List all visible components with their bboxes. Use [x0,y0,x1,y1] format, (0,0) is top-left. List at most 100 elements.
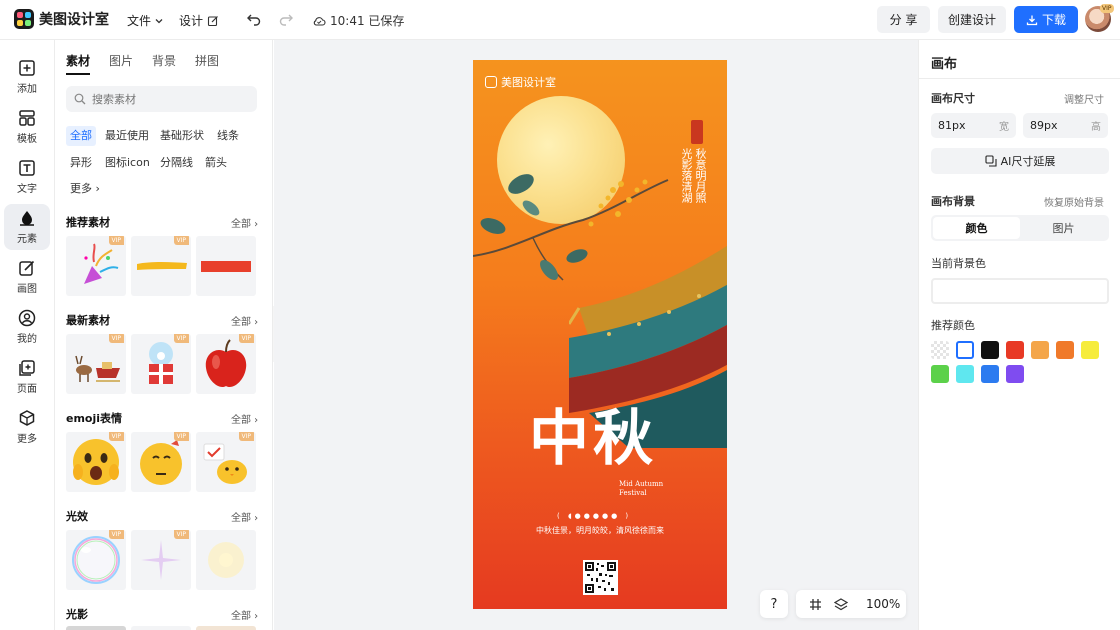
qr-code[interactable] [583,560,618,595]
resize-link[interactable]: 调整尺寸 [1064,91,1104,106]
app-logo[interactable]: 美图设计室 [14,9,109,29]
rail-label-add: 添加 [17,84,37,95]
asset-thumb-chick-check[interactable]: VIP [196,432,256,492]
gift-snowglobe-icon [149,342,173,384]
asset-thumb-party-popper[interactable]: VIP [66,236,126,296]
restore-background-link[interactable]: 恢复原始背景 [1044,194,1104,209]
sparkle-icon [141,540,181,580]
chip-irregular[interactable]: 异形 [66,153,96,173]
chip-recent[interactable]: 最近使用 [101,126,153,146]
chevron-down-icon [155,18,163,23]
section-all-emoji[interactable]: 全部 › [231,411,258,426]
height-field[interactable]: 89px 高 [1023,113,1108,138]
section-all-light-effects[interactable]: 全部 › [231,509,258,524]
asset-thumb-red-bar[interactable] [196,236,256,296]
chip-lines[interactable]: 线条 [213,126,243,146]
chip-dividers[interactable]: 分隔线 [156,153,197,173]
rail-item-text[interactable]: 文字 [4,154,50,200]
color-swatch[interactable] [981,365,999,383]
asset-thumb-thinking-emoji[interactable]: VIP [131,432,191,492]
poster-title-english[interactable]: Mid Autumn Festival [619,480,663,498]
chip-icons[interactable]: 图标icon [101,153,154,173]
zoom-level[interactable]: 100% [866,597,900,611]
rail-item-mine[interactable]: 我的 [4,304,50,350]
vip-badge: VIP [108,334,124,343]
section-title-light-shadow: 光影 [66,608,88,621]
tab-backgrounds[interactable]: 背景 [152,52,176,75]
color-swatch[interactable] [931,365,949,383]
chip-arrows[interactable]: 箭头 [201,153,231,173]
poster-tagline[interactable]: 中秋佳景，明月皎皎，清风徐徐而来 [473,525,727,536]
undo-icon[interactable] [246,11,262,27]
asset-thumb-bubble[interactable]: VIP [66,530,126,590]
rail-item-draw[interactable]: 画图 [4,254,50,300]
rail-item-add[interactable]: 添加 [4,54,50,100]
layers-button[interactable] [828,597,854,611]
layers-icon [834,597,848,610]
color-swatch[interactable] [1056,341,1074,359]
help-button[interactable]: ? [760,590,788,618]
ai-resize-button[interactable]: AI尺寸延展 [931,148,1109,174]
color-swatch[interactable] [956,341,974,359]
tab-images[interactable]: 图片 [109,52,133,75]
share-button-label: 分 享 [889,13,918,27]
color-swatch[interactable] [1006,365,1024,383]
color-swatch[interactable] [931,341,949,359]
poster-logo[interactable]: 美图设计室 [485,74,556,90]
poster-logo-text: 美图设计室 [501,76,556,89]
rail-item-pages[interactable]: 页面 [4,354,50,400]
asset-thumb-shadow-1[interactable] [66,626,126,630]
redo-icon[interactable] [278,11,294,27]
asset-thumb-glow[interactable] [196,530,256,590]
search-box[interactable] [66,86,257,112]
vip-badge: VIP [108,432,124,441]
asset-thumb-reindeer-sleigh[interactable]: VIP [66,334,126,394]
section-all-latest[interactable]: 全部 › [231,313,258,328]
poster-title-chinese[interactable]: 中秋 [529,390,657,477]
brush-stroke-icon [137,262,187,270]
section-all-light-shadow[interactable]: 全部 › [231,607,258,622]
design-menu[interactable]: 设计 [179,12,219,29]
asset-thumb-shadow-2[interactable] [131,626,191,630]
current-bg-color-field[interactable] [931,278,1109,304]
vip-badge: VIP [238,334,254,343]
segment-color[interactable]: 颜色 [933,217,1020,239]
color-swatch[interactable] [1006,341,1024,359]
color-swatch[interactable] [1031,341,1049,359]
asset-thumb-gift-snowglobe[interactable]: VIP [131,334,191,394]
asset-thumb-shadow-3[interactable] [196,626,256,630]
poster-vertical-text-1[interactable]: 秋意明月照 [693,148,707,203]
grid-toggle[interactable] [802,598,828,611]
asset-thumb-sparkle[interactable]: VIP [131,530,191,590]
chip-basic-shapes[interactable]: 基础形状 [156,126,208,146]
color-swatch[interactable] [1081,341,1099,359]
share-button[interactable]: 分 享 [877,6,930,33]
current-bg-color-label: 当前背景色 [931,257,986,270]
asset-thumb-brush-stroke[interactable]: VIP [131,236,191,296]
color-swatch[interactable] [981,341,999,359]
tab-materials[interactable]: 素材 [66,52,91,75]
create-design-button[interactable]: 创建设计 [938,6,1006,33]
rail-item-template[interactable]: 模板 [4,104,50,150]
asset-thumb-shocked-emoji[interactable]: VIP [66,432,126,492]
chip-more[interactable]: 更多 › [66,179,104,199]
width-field[interactable]: 81px 宽 [931,113,1016,138]
moon-phase-dots[interactable]: ( ◖●●●●● ) [557,512,631,520]
poster-vertical-text-2[interactable]: 光影落清湖 [679,148,693,203]
rail-item-more[interactable]: 更多 [4,404,50,450]
file-menu[interactable]: 文件 [127,12,164,29]
chip-all[interactable]: 全部 [66,126,96,146]
section-all-recommended[interactable]: 全部 › [231,215,258,230]
height-unit: 高 [1091,122,1101,133]
search-input[interactable] [92,92,242,106]
background-type-toggle: 颜色 图片 [931,215,1109,241]
asset-thumb-apple[interactable]: VIP [196,334,256,394]
segment-image[interactable]: 图片 [1020,217,1107,239]
color-swatch[interactable] [956,365,974,383]
download-button[interactable]: 下载 [1014,6,1078,33]
poster-canvas[interactable]: 美图设计室 秋意明月照 光影落清湖 中秋 Mid Autumn Festival… [473,60,727,609]
tab-collage[interactable]: 拼图 [195,52,219,75]
rail-item-elements[interactable]: 元素 [4,204,50,250]
vip-badge: VIP [173,236,189,245]
reindeer-sleigh-icon [75,355,120,382]
